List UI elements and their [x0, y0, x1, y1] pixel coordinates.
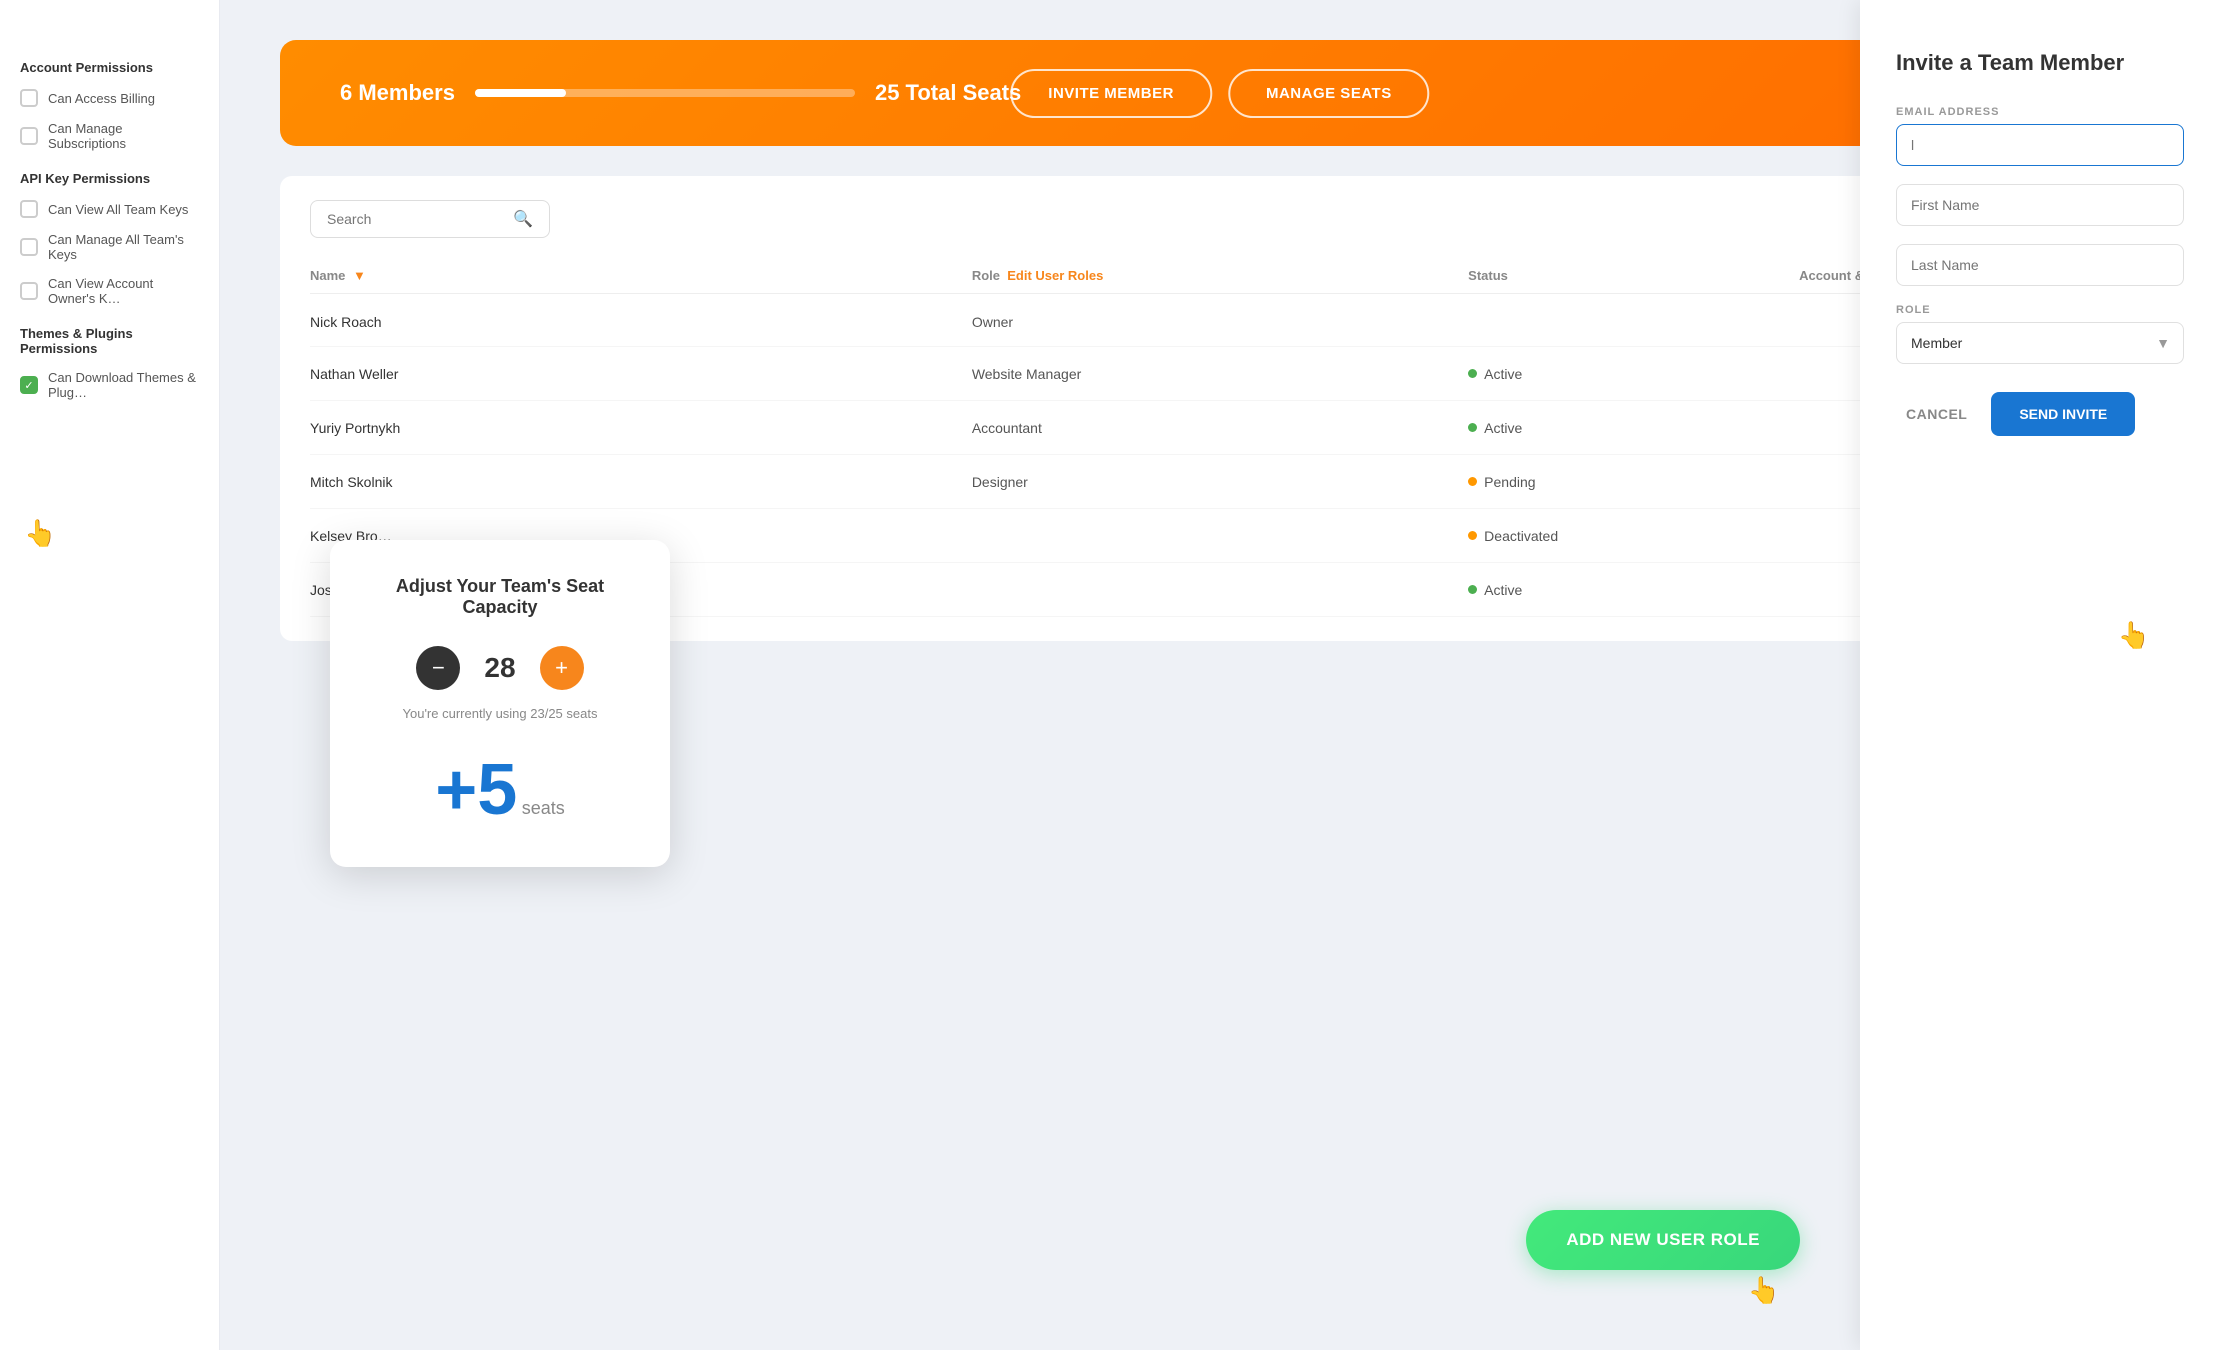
table-row: Mitch Skolnik Designer Pending ⚙	[310, 455, 2130, 509]
stepper-value: 28	[484, 652, 515, 684]
sort-arrow-icon: ▼	[353, 268, 366, 283]
seat-modal: Adjust Your Team's Seat Capacity − 28 + …	[330, 540, 670, 867]
cell-role: Accountant	[972, 420, 1468, 436]
themes-permissions-title: Themes & Plugins Permissions	[20, 326, 199, 356]
invite-member-button[interactable]: INVITE MEMBER	[1010, 69, 1212, 118]
sidebar-item-manage-keys[interactable]: Can Manage All Team's Keys	[20, 232, 199, 262]
sidebar-item-view-keys[interactable]: Can View All Team Keys	[20, 200, 199, 218]
progress-track	[475, 89, 855, 97]
email-label: EMAIL ADDRESS	[1896, 106, 2184, 118]
invite-actions: CANCEL SEND INVITE	[1896, 392, 2184, 436]
billing-checkbox[interactable]	[20, 89, 38, 107]
stepper-minus-button[interactable]: −	[416, 646, 460, 690]
seat-delta: +5 seats	[370, 749, 630, 831]
seat-delta-label: seats	[522, 798, 565, 818]
owner-keys-checkbox[interactable]	[20, 282, 38, 300]
stepper-plus-button[interactable]: +	[540, 646, 584, 690]
progress-fill	[475, 89, 566, 97]
cursor-hand2-icon: 👆	[2118, 620, 2150, 651]
header-status: Status	[1468, 268, 1799, 283]
cell-status: Deactivated	[1468, 528, 1799, 544]
seats-count: 25 Total Seats	[875, 80, 1021, 106]
table-row: Yuriy Portnykh Accountant Active ⚙	[310, 401, 2130, 455]
status-dot-icon	[1468, 477, 1477, 486]
status-dot-icon	[1468, 369, 1477, 378]
seat-stepper: − 28 +	[370, 646, 630, 690]
search-input[interactable]	[327, 211, 503, 227]
add-new-user-role-button[interactable]: ADD NEW USER ROLE	[1526, 1210, 1800, 1270]
seat-modal-title: Adjust Your Team's Seat Capacity	[370, 576, 630, 618]
status-dot-icon	[1468, 585, 1477, 594]
edit-roles-link[interactable]: Edit User Roles	[1007, 268, 1103, 283]
table-toolbar: 🔍	[310, 200, 2130, 238]
banner-left: 6 Members 25 Total Seats	[340, 80, 1021, 106]
sidebar-item-subscriptions[interactable]: Can Manage Subscriptions	[20, 121, 199, 151]
cell-status: Active	[1468, 582, 1799, 598]
view-keys-checkbox[interactable]	[20, 200, 38, 218]
cell-name: Yuriy Portnykh	[310, 420, 972, 436]
invite-panel-title: Invite a Team Member	[1896, 50, 2184, 76]
invite-panel: Invite a Team Member EMAIL ADDRESS ROLE …	[1860, 0, 2220, 1350]
cell-role: Owner	[972, 314, 1468, 330]
last-name-input[interactable]	[1896, 244, 2184, 286]
table-row: Nathan Weller Website Manager Active ⚙	[310, 347, 2130, 401]
status-dot-icon	[1468, 531, 1477, 540]
cancel-button[interactable]: CANCEL	[1896, 394, 1977, 434]
sidebar-item-owner-keys[interactable]: Can View Account Owner's K…	[20, 276, 199, 306]
cell-role: Designer	[972, 474, 1468, 490]
first-name-input[interactable]	[1896, 184, 2184, 226]
cell-status: Pending	[1468, 474, 1799, 490]
cell-name: Nick Roach	[310, 314, 972, 330]
cursor-hand-icon: 👆	[24, 518, 56, 549]
email-input[interactable]	[1896, 124, 2184, 166]
members-count: 6 Members	[340, 80, 455, 106]
header-role: Role Edit User Roles	[972, 268, 1468, 283]
status-dot-icon	[1468, 423, 1477, 432]
search-box[interactable]: 🔍	[310, 200, 550, 238]
search-icon: 🔍	[513, 209, 533, 229]
sidebar-item-billing[interactable]: Can Access Billing	[20, 89, 199, 107]
api-key-permissions-title: API Key Permissions	[20, 171, 199, 186]
manage-seats-button[interactable]: MANAGE SEATS	[1228, 69, 1430, 118]
cell-name: Mitch Skolnik	[310, 474, 972, 490]
table-row: Nick Roach Owner	[310, 298, 2130, 347]
table-header: Name ▼ Role Edit User Roles Status Accou…	[310, 258, 2130, 294]
role-select[interactable]: Member Admin Owner	[1896, 322, 2184, 364]
cell-status: Active	[1468, 366, 1799, 382]
account-permissions-title: Account Permissions	[20, 60, 199, 75]
sidebar: Account Permissions Can Access Billing C…	[0, 0, 220, 1350]
header-name: Name ▼	[310, 268, 972, 283]
cell-role: Website Manager	[972, 366, 1468, 382]
themes-checkbox[interactable]	[20, 376, 38, 394]
role-label: ROLE	[1896, 304, 2184, 316]
cell-status: Active	[1468, 420, 1799, 436]
seat-delta-number: +5	[435, 750, 517, 830]
banner-buttons: INVITE MEMBER MANAGE SEATS	[1010, 69, 1429, 118]
seat-usage: You're currently using 23/25 seats	[370, 706, 630, 721]
manage-keys-checkbox[interactable]	[20, 238, 38, 256]
cursor-hand3-icon: 👆	[1748, 1275, 1780, 1306]
role-select-wrapper: Member Admin Owner ▼	[1896, 322, 2184, 364]
subscriptions-checkbox[interactable]	[20, 127, 38, 145]
cell-name: Nathan Weller	[310, 366, 972, 382]
sidebar-item-themes[interactable]: Can Download Themes & Plug…	[20, 370, 199, 400]
send-invite-button[interactable]: SEND INVITE	[1991, 392, 2135, 436]
